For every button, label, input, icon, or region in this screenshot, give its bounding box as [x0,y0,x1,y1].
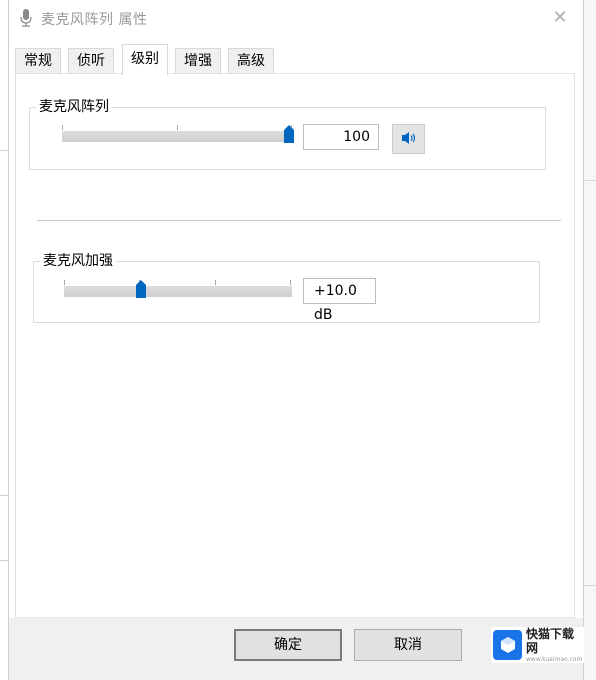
close-icon: ✕ [552,6,568,28]
title-bar[interactable]: 麦克风阵列 属性 ✕ [9,0,583,36]
background-window-right-edge [584,0,596,680]
speaker-icon [401,130,417,149]
slider-tick [64,280,65,285]
slider-tick [62,125,63,130]
window-title: 麦克风阵列 属性 [41,12,148,28]
slider-track [64,286,292,297]
microphone-icon [20,9,32,27]
watermark-logo-icon [493,630,522,660]
tab-advanced[interactable]: 高级 [228,48,274,74]
tab-general[interactable]: 常规 [15,48,61,74]
slider-tick [290,280,291,285]
levels-panel: 麦克风阵列 100 麦克风加强 +10.0 dB [15,73,575,618]
slider-thumb[interactable] [136,280,146,298]
ok-button[interactable]: 确定 [234,629,342,661]
mic-boost-slider[interactable] [64,277,292,305]
mic-array-slider[interactable] [62,122,294,150]
mic-boost-group: 麦克风加强 +10.0 dB [33,253,540,323]
slider-tick [215,280,216,285]
tab-listen[interactable]: 侦听 [68,48,114,74]
close-button[interactable]: ✕ [537,0,583,34]
separator [37,220,561,221]
mic-boost-label: 麦克风加强 [40,253,116,269]
mute-toggle-button[interactable] [392,124,425,154]
watermark-url: www.kuaimao.com [526,655,583,663]
mic-array-group: 麦克风阵列 100 [29,99,546,170]
background-window-left-edge [0,0,8,680]
tab-strip: 常规 侦听 级别 增强 高级 [9,44,583,75]
mic-array-level-input[interactable]: 100 [303,124,379,150]
tab-levels[interactable]: 级别 [122,44,168,75]
properties-dialog: 麦克风阵列 属性 ✕ 常规 侦听 级别 增强 高级 麦克风阵列 100 麦克风加… [8,0,584,680]
mic-array-label: 麦克风阵列 [36,99,112,115]
slider-tick [177,125,178,130]
slider-thumb[interactable] [284,125,294,143]
cancel-button[interactable]: 取消 [354,629,462,661]
slider-track [62,131,294,142]
mic-boost-level-input[interactable]: +10.0 dB [303,278,376,323]
watermark: 快猫下载网 www.kuaimao.com [491,627,584,663]
watermark-name: 快猫下载网 [526,626,575,655]
tab-enhancements[interactable]: 增强 [175,48,221,74]
